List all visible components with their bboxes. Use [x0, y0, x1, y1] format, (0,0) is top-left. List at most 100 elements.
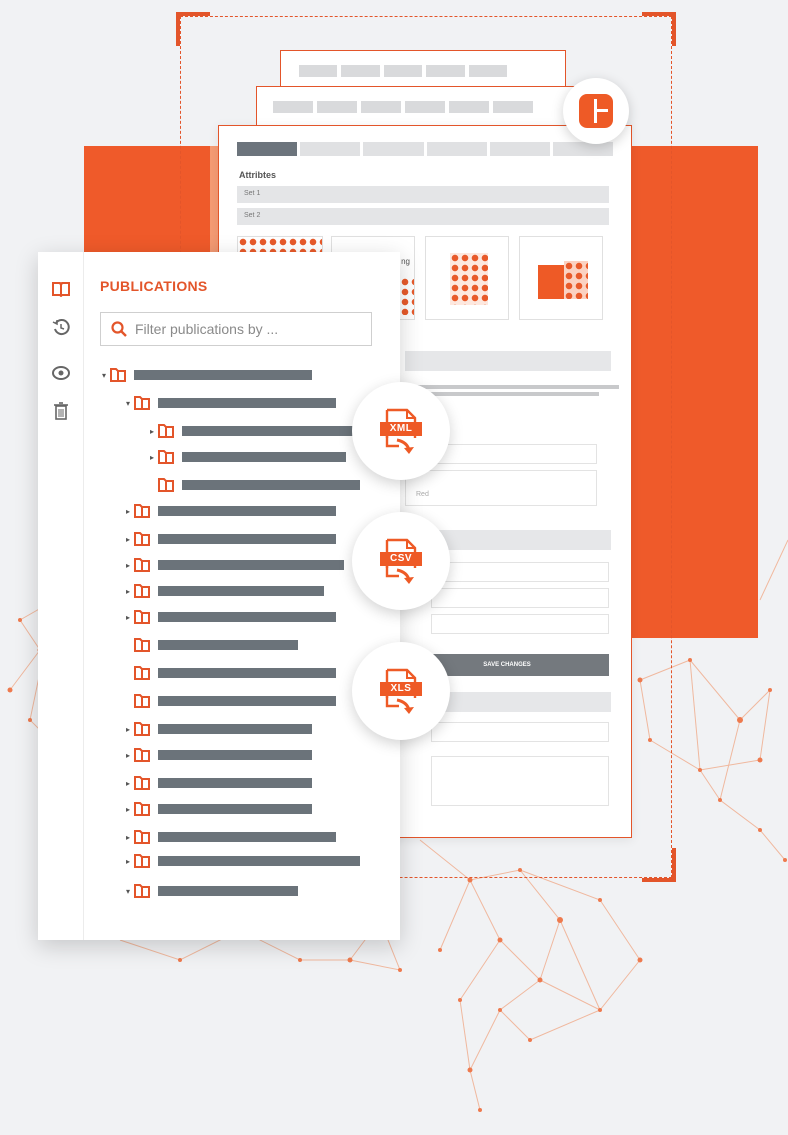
- book-folder-icon: [158, 450, 174, 464]
- book-folder-icon: [134, 830, 150, 844]
- tree-node[interactable]: [124, 636, 298, 654]
- side-rail: [38, 252, 84, 940]
- book-folder-icon: [134, 610, 150, 624]
- tree-node[interactable]: ▾: [100, 366, 312, 384]
- xls-label: XLS: [380, 682, 422, 696]
- tab[interactable]: [300, 142, 361, 156]
- tree-node[interactable]: ▸: [148, 422, 362, 440]
- book-folder-icon: [134, 396, 150, 410]
- tree-node[interactable]: ▸: [124, 582, 324, 600]
- product-thumbnail-3[interactable]: [425, 236, 509, 320]
- caret-right-icon[interactable]: ▸: [124, 833, 132, 842]
- trash-icon[interactable]: [52, 402, 70, 420]
- history-icon[interactable]: [52, 318, 70, 336]
- eye-icon[interactable]: [52, 364, 70, 382]
- node-label-placeholder: [158, 832, 336, 842]
- tree-node[interactable]: ▸: [124, 720, 312, 738]
- caret-right-icon[interactable]: ▸: [124, 805, 132, 814]
- xml-label: XML: [380, 422, 422, 436]
- node-label-placeholder: [158, 506, 336, 516]
- node-label-placeholder: [158, 804, 312, 814]
- tree-node[interactable]: ▸: [124, 530, 336, 548]
- tree-node[interactable]: ▸: [124, 852, 360, 870]
- node-label-placeholder: [158, 586, 324, 596]
- tree-node[interactable]: [148, 476, 360, 494]
- book-folder-icon: [134, 722, 150, 736]
- book-folder-icon: [134, 802, 150, 816]
- caret-right-icon[interactable]: ▸: [124, 857, 132, 866]
- xls-export-badge[interactable]: XLS: [352, 642, 450, 740]
- set-2-field[interactable]: Set 2: [237, 208, 609, 225]
- tree-node[interactable]: ▸: [148, 448, 346, 466]
- book-folder-icon: [134, 884, 150, 898]
- book-folder-icon: [134, 504, 150, 518]
- layout-icon: [579, 94, 613, 128]
- caret-right-icon[interactable]: ▸: [148, 453, 156, 462]
- caret-right-icon[interactable]: ▸: [148, 427, 156, 436]
- tree-node[interactable]: ▸: [124, 502, 336, 520]
- notes-textarea[interactable]: [431, 756, 609, 806]
- tree-node[interactable]: ▸: [124, 556, 344, 574]
- tree-node[interactable]: ▸: [124, 774, 312, 792]
- book-icon[interactable]: [52, 280, 70, 298]
- caret-right-icon[interactable]: ▸: [124, 751, 132, 760]
- tree-node[interactable]: ▸: [124, 800, 312, 818]
- option-input[interactable]: [431, 614, 609, 634]
- node-label-placeholder: [158, 856, 360, 866]
- node-label-placeholder: [158, 696, 336, 706]
- caret-right-icon[interactable]: ▸: [124, 535, 132, 544]
- tree-node[interactable]: [124, 664, 336, 682]
- filter-search-box[interactable]: [100, 312, 372, 346]
- option-input[interactable]: [431, 562, 609, 582]
- book-folder-icon: [134, 694, 150, 708]
- book-folder-icon: [134, 748, 150, 762]
- tree-node[interactable]: [124, 692, 336, 710]
- frame-corner-bottom-right: [642, 848, 676, 882]
- tab-active[interactable]: [237, 142, 298, 156]
- caret-right-icon[interactable]: ▸: [124, 779, 132, 788]
- node-label-placeholder: [158, 668, 336, 678]
- caret-right-icon[interactable]: ▸: [124, 613, 132, 622]
- node-label-placeholder: [158, 534, 336, 544]
- book-folder-icon: [158, 424, 174, 438]
- tab[interactable]: [489, 142, 550, 156]
- node-label-placeholder: [158, 750, 312, 760]
- caret-right-icon[interactable]: ▸: [124, 561, 132, 570]
- set-1-field[interactable]: Set 1: [237, 186, 609, 203]
- book-folder-icon: [110, 368, 126, 382]
- tree-node[interactable]: ▸: [124, 608, 336, 626]
- caret-right-icon[interactable]: ▸: [124, 507, 132, 516]
- tab[interactable]: [552, 142, 614, 156]
- color-select[interactable]: Red: [405, 486, 597, 506]
- tree-node[interactable]: ▾: [124, 394, 336, 412]
- tree-node[interactable]: ▸: [124, 746, 312, 764]
- tab[interactable]: [363, 142, 424, 156]
- node-label-placeholder: [158, 612, 336, 622]
- caret-right-icon[interactable]: ▸: [124, 725, 132, 734]
- caret-down-icon[interactable]: ▾: [124, 399, 132, 408]
- dropdown-input[interactable]: [431, 722, 609, 742]
- node-label-placeholder: [158, 640, 298, 650]
- csv-export-badge[interactable]: CSV: [352, 512, 450, 610]
- caret-right-icon[interactable]: ▸: [124, 587, 132, 596]
- section-header-bar: [405, 351, 611, 371]
- node-label-placeholder: [134, 370, 312, 380]
- search-input[interactable]: [135, 321, 365, 337]
- tab[interactable]: [426, 142, 487, 156]
- book-folder-icon: [134, 532, 150, 546]
- node-label-placeholder: [158, 560, 344, 570]
- tree-node[interactable]: ▸: [124, 828, 336, 846]
- layout-badge: [563, 78, 629, 144]
- xml-export-badge[interactable]: XML: [352, 382, 450, 480]
- node-label-placeholder: [158, 398, 336, 408]
- option-input[interactable]: [431, 588, 609, 608]
- book-folder-icon: [134, 666, 150, 680]
- caret-down-icon[interactable]: ▾: [124, 887, 132, 896]
- product-thumbnail-4[interactable]: [519, 236, 603, 320]
- tree-node[interactable]: ▾: [124, 882, 298, 900]
- book-folder-icon: [134, 558, 150, 572]
- caret-down-icon[interactable]: ▾: [100, 371, 108, 380]
- node-label-placeholder: [158, 724, 312, 734]
- node-label-placeholder: [182, 480, 360, 490]
- frame-corner-top-left: [176, 12, 210, 46]
